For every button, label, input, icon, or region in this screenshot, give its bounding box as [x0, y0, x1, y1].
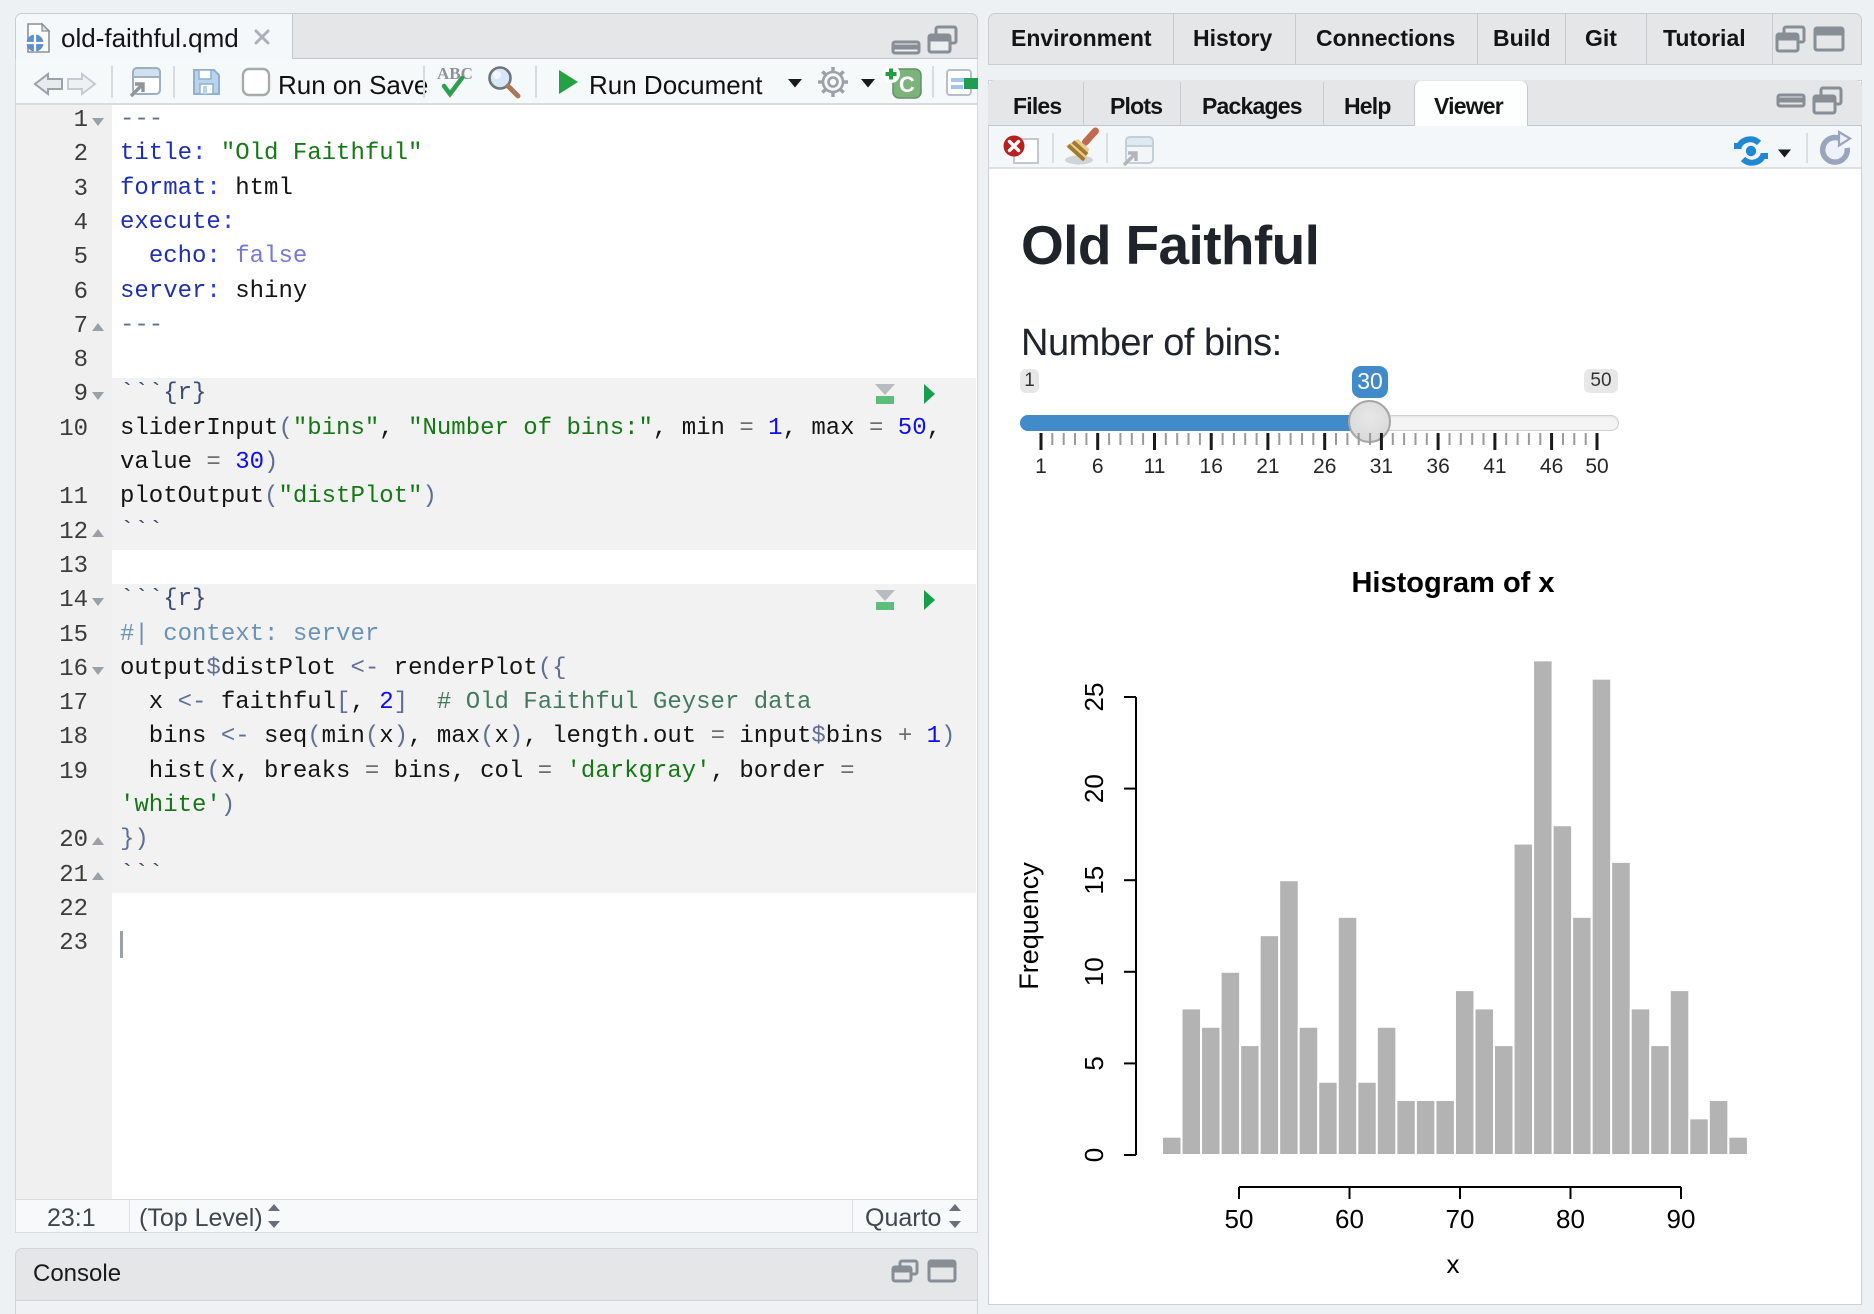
svg-text:C: C — [899, 72, 915, 97]
svg-text:ABC: ABC — [437, 64, 473, 83]
